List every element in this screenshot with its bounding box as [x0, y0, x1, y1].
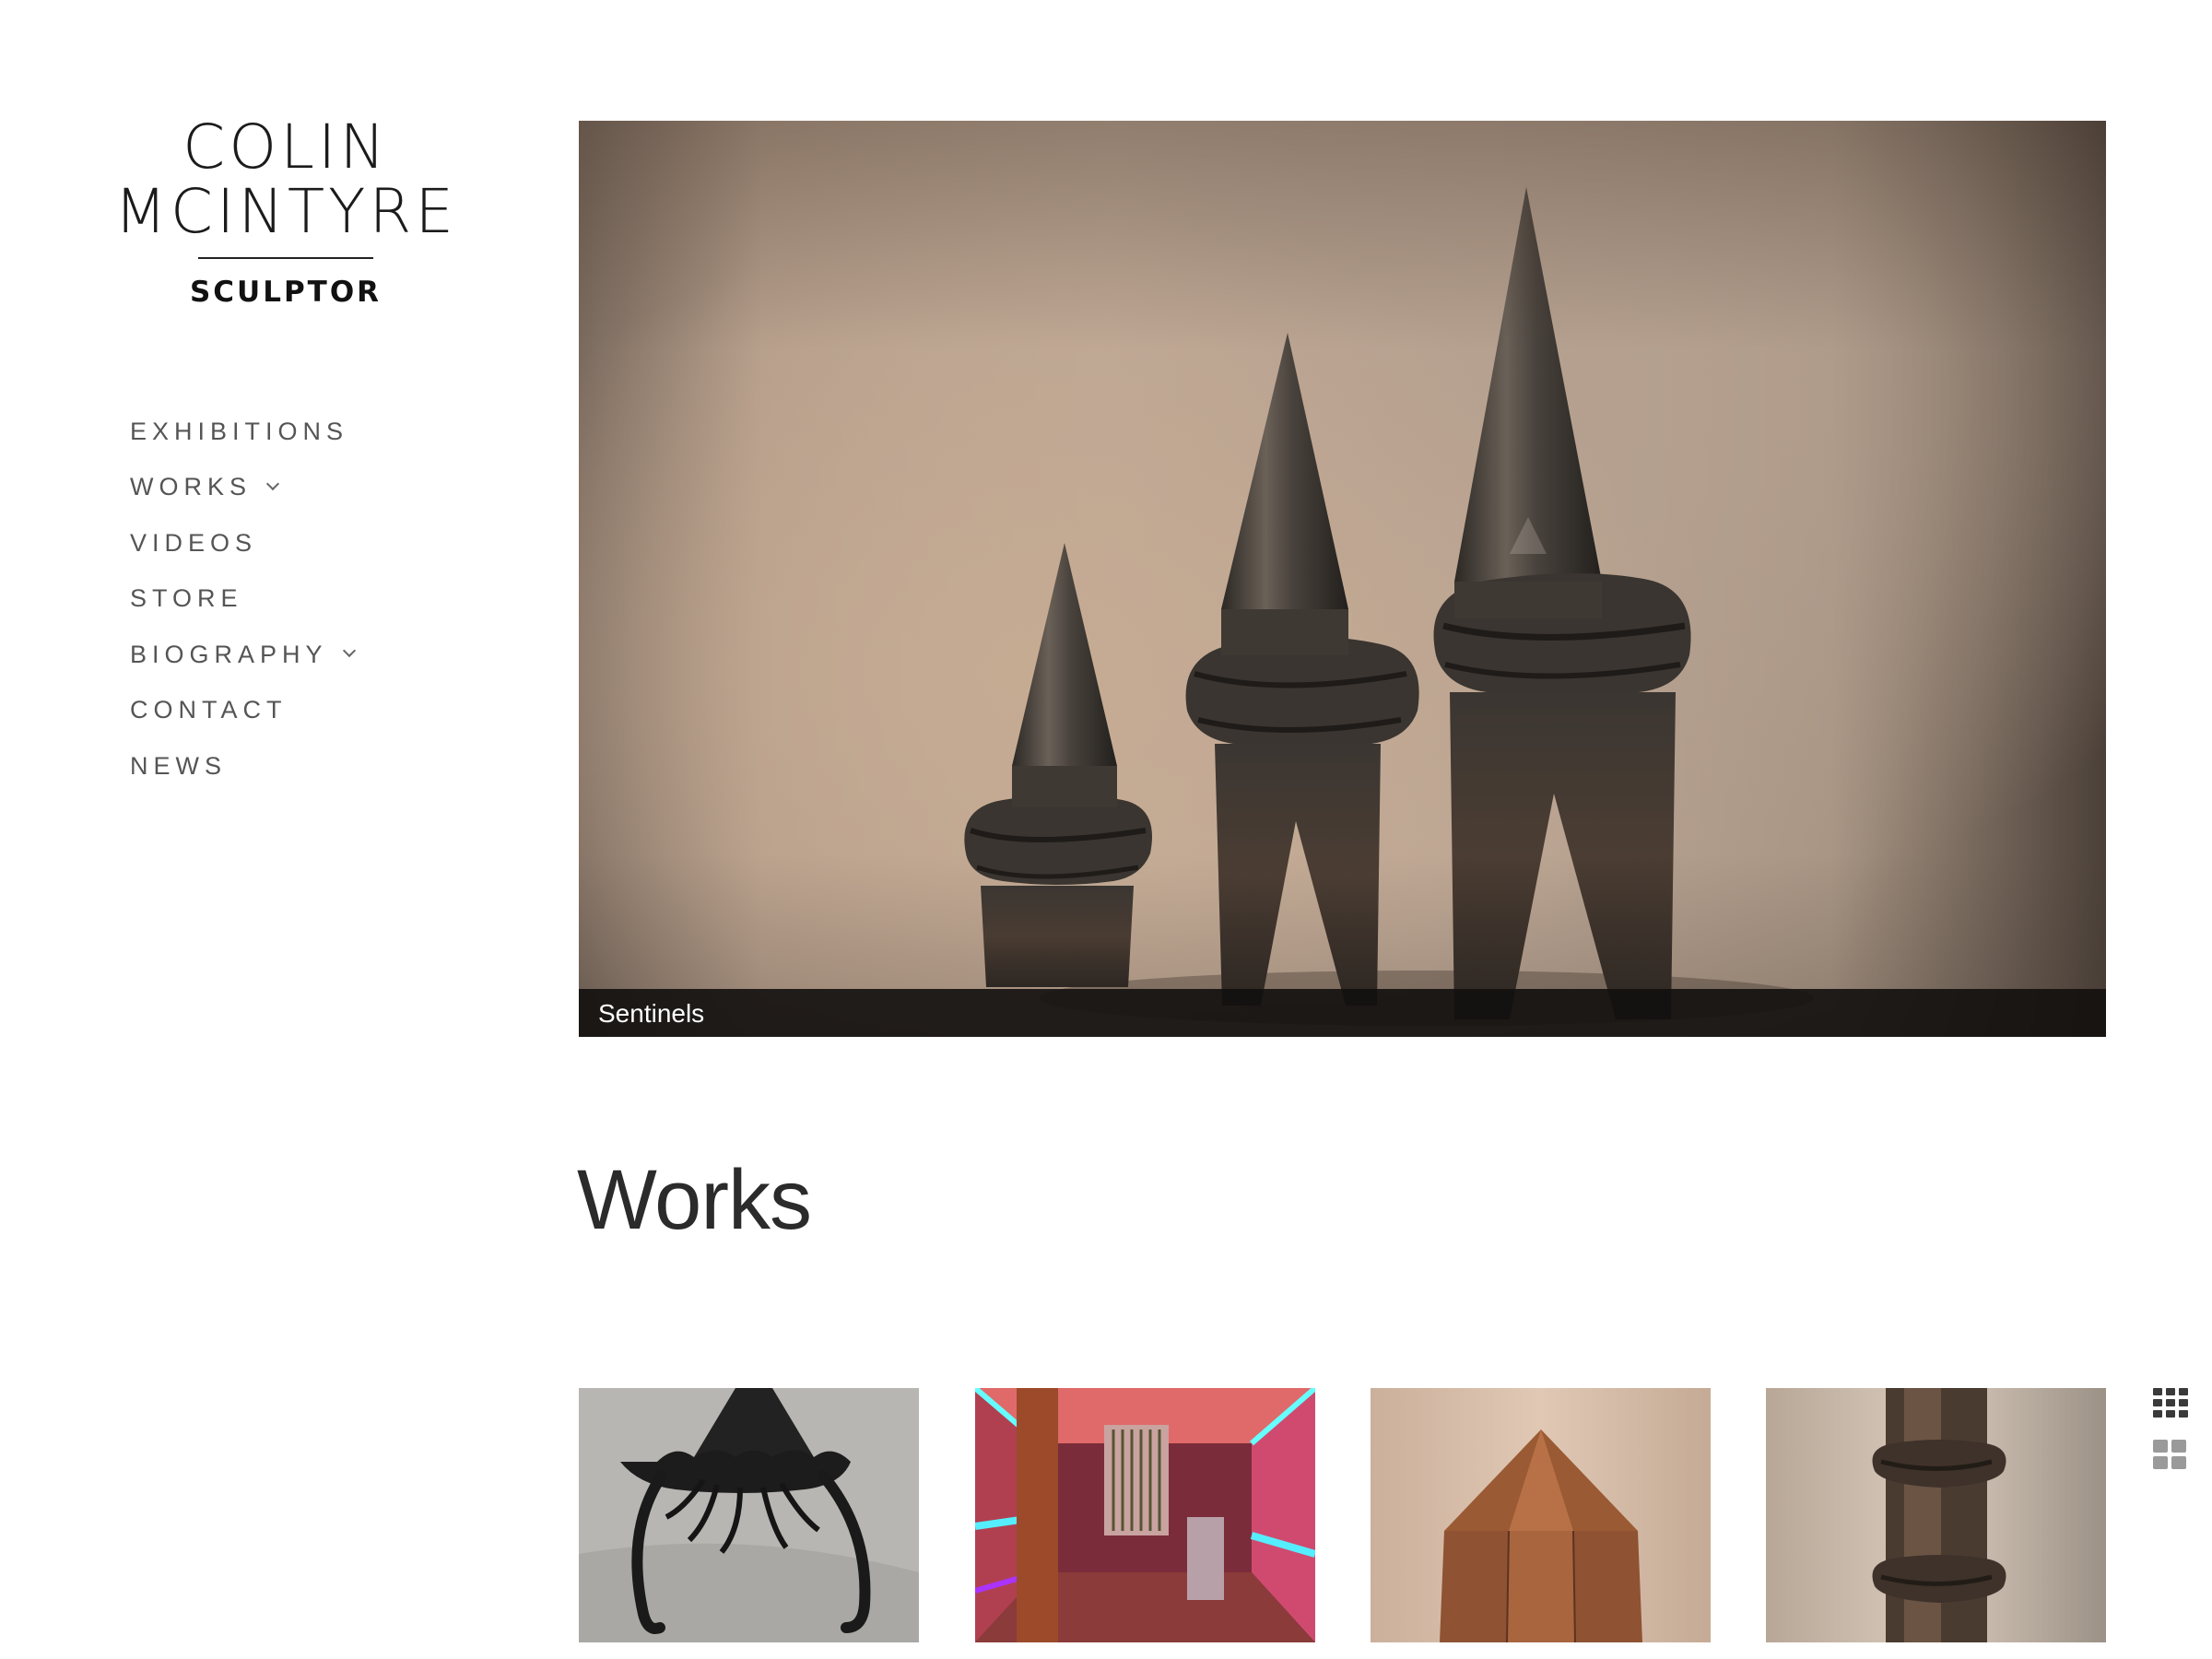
hero-caption-text: Sentinels	[598, 999, 705, 1028]
grid-large-icon[interactable]	[2153, 1440, 2188, 1469]
grid-small-icon[interactable]	[2153, 1388, 2188, 1418]
twisted-column-image	[1766, 1388, 2106, 1642]
work-thumbnail[interactable]	[1766, 1388, 2106, 1642]
main-navigation: EXHIBITIONS WORKS VIDEOS STORE BIOGRAPHY…	[130, 404, 356, 794]
neon-corridor-image	[975, 1388, 1315, 1642]
nav-item-store[interactable]: STORE	[130, 571, 354, 628]
site-logo[interactable]: COLIN MCINTYRE SCULPTOR	[111, 112, 461, 310]
nav-item-label: BIOGRAPHY	[130, 640, 328, 668]
work-thumbnail[interactable]	[1371, 1388, 1711, 1642]
nav-item-biography[interactable]: BIOGRAPHY	[130, 627, 356, 683]
nav-item-news[interactable]: NEWS	[130, 738, 354, 794]
nav-item-label: VIDEOS	[130, 528, 258, 557]
nav-item-label: NEWS	[130, 751, 227, 780]
work-thumbnail[interactable]	[975, 1388, 1315, 1642]
works-heading: Works	[577, 1153, 812, 1247]
nav-item-label: CONTACT	[130, 696, 288, 724]
nav-item-label: STORE	[130, 584, 243, 613]
nav-item-videos[interactable]: VIDEOS	[130, 515, 354, 571]
chevron-down-icon[interactable]	[265, 477, 280, 490]
nav-item-label: EXHIBITIONS	[130, 417, 349, 445]
nav-item-exhibitions[interactable]: EXHIBITIONS	[130, 404, 354, 460]
logo-divider	[198, 257, 373, 259]
nav-item-works[interactable]: WORKS	[130, 460, 354, 516]
chevron-down-icon[interactable]	[342, 644, 356, 658]
hero-image[interactable]: Sentinels	[579, 121, 2106, 1037]
sentinels-sculptures-image	[964, 187, 1814, 1026]
nav-item-contact[interactable]: CONTACT	[130, 683, 354, 739]
logo-subtitle: SCULPTOR	[189, 276, 382, 309]
jellyfish-sculpture-image	[579, 1388, 919, 1642]
nav-item-label: WORKS	[130, 473, 253, 501]
logo-first-name: COLIN	[182, 112, 389, 182]
work-thumbnail[interactable]	[579, 1388, 919, 1642]
rusted-hexagonal-point-image	[1371, 1388, 1711, 1642]
hero-caption: Sentinels	[579, 989, 2106, 1037]
logo-last-name: MCINTYRE	[113, 176, 458, 247]
